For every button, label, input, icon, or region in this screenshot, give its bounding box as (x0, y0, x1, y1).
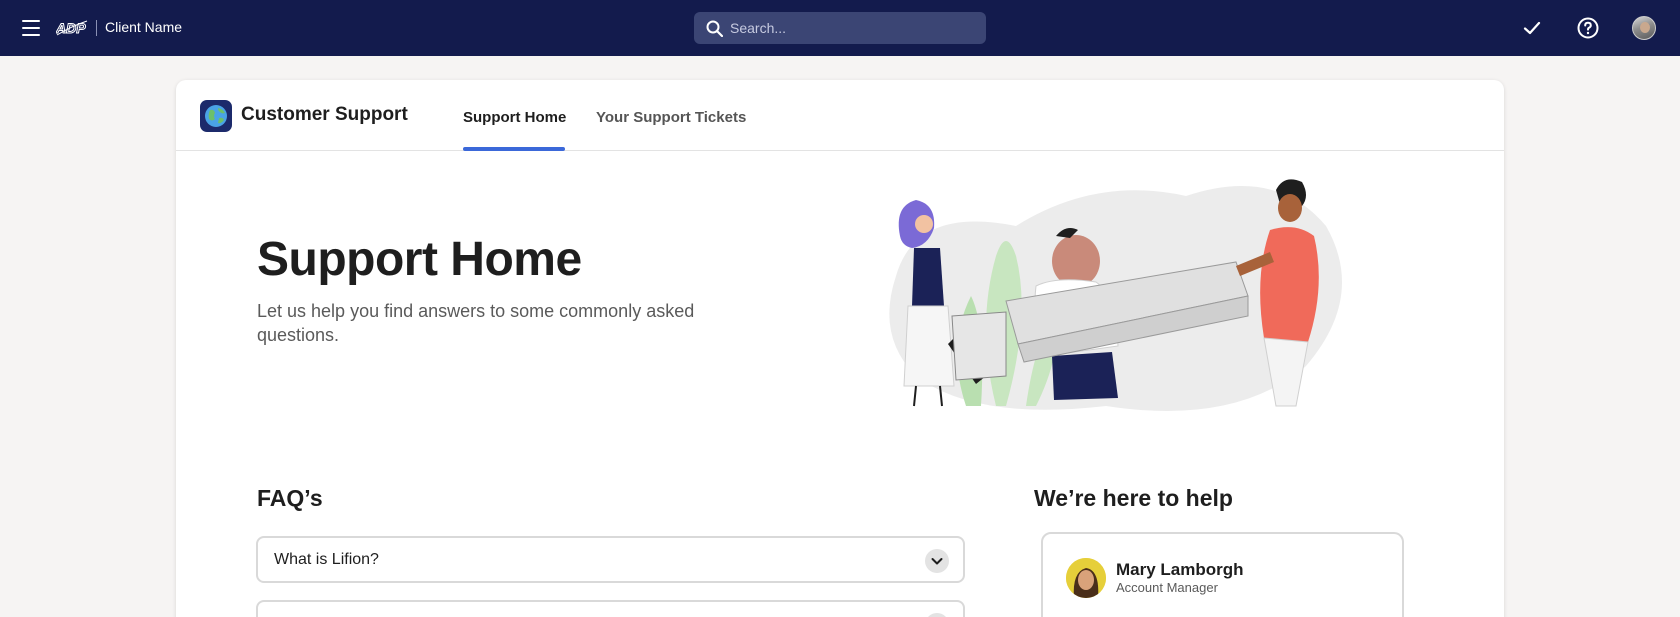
top-navigation-bar: ADP Client Name (0, 0, 1680, 56)
menu-icon[interactable] (22, 20, 40, 36)
faq-heading: FAQ’s (257, 485, 323, 511)
active-tab-indicator (463, 147, 565, 151)
search-icon (706, 20, 723, 37)
contact-name: Mary Lamborgh (1116, 560, 1244, 579)
faq-item[interactable]: What is Lifion? (256, 536, 965, 583)
card-header: Customer Support Support Home Your Suppo… (176, 80, 1504, 151)
page-title: Support Home (257, 233, 582, 286)
chevron-down-icon[interactable] (925, 613, 949, 617)
client-name[interactable]: Client Name (105, 19, 182, 35)
tab-your-support-tickets[interactable]: Your Support Tickets (596, 109, 746, 126)
support-card: Customer Support Support Home Your Suppo… (176, 80, 1504, 617)
adp-logo[interactable]: ADP (56, 18, 88, 38)
globe-icon (200, 100, 232, 132)
contact-avatar (1066, 558, 1106, 598)
app-title: Customer Support (241, 104, 408, 125)
check-icon[interactable] (1520, 16, 1544, 40)
search-bar[interactable] (694, 12, 986, 44)
contact-card[interactable]: Mary Lamborgh Account Manager (1041, 532, 1404, 617)
contact-role: Account Manager (1116, 580, 1218, 595)
search-input[interactable] (730, 12, 980, 44)
people-carrying-box-illustration (889, 179, 1342, 411)
help-icon[interactable] (1576, 16, 1600, 40)
divider (96, 20, 97, 36)
faq-item[interactable] (256, 600, 965, 617)
user-avatar[interactable] (1632, 16, 1656, 40)
tab-support-home[interactable]: Support Home (463, 109, 566, 126)
chevron-down-icon[interactable] (925, 549, 949, 573)
page-subtitle: Let us help you find answers to some com… (257, 301, 695, 345)
faq-question: What is Lifion? (274, 551, 379, 568)
help-heading: We’re here to help (1034, 485, 1233, 511)
